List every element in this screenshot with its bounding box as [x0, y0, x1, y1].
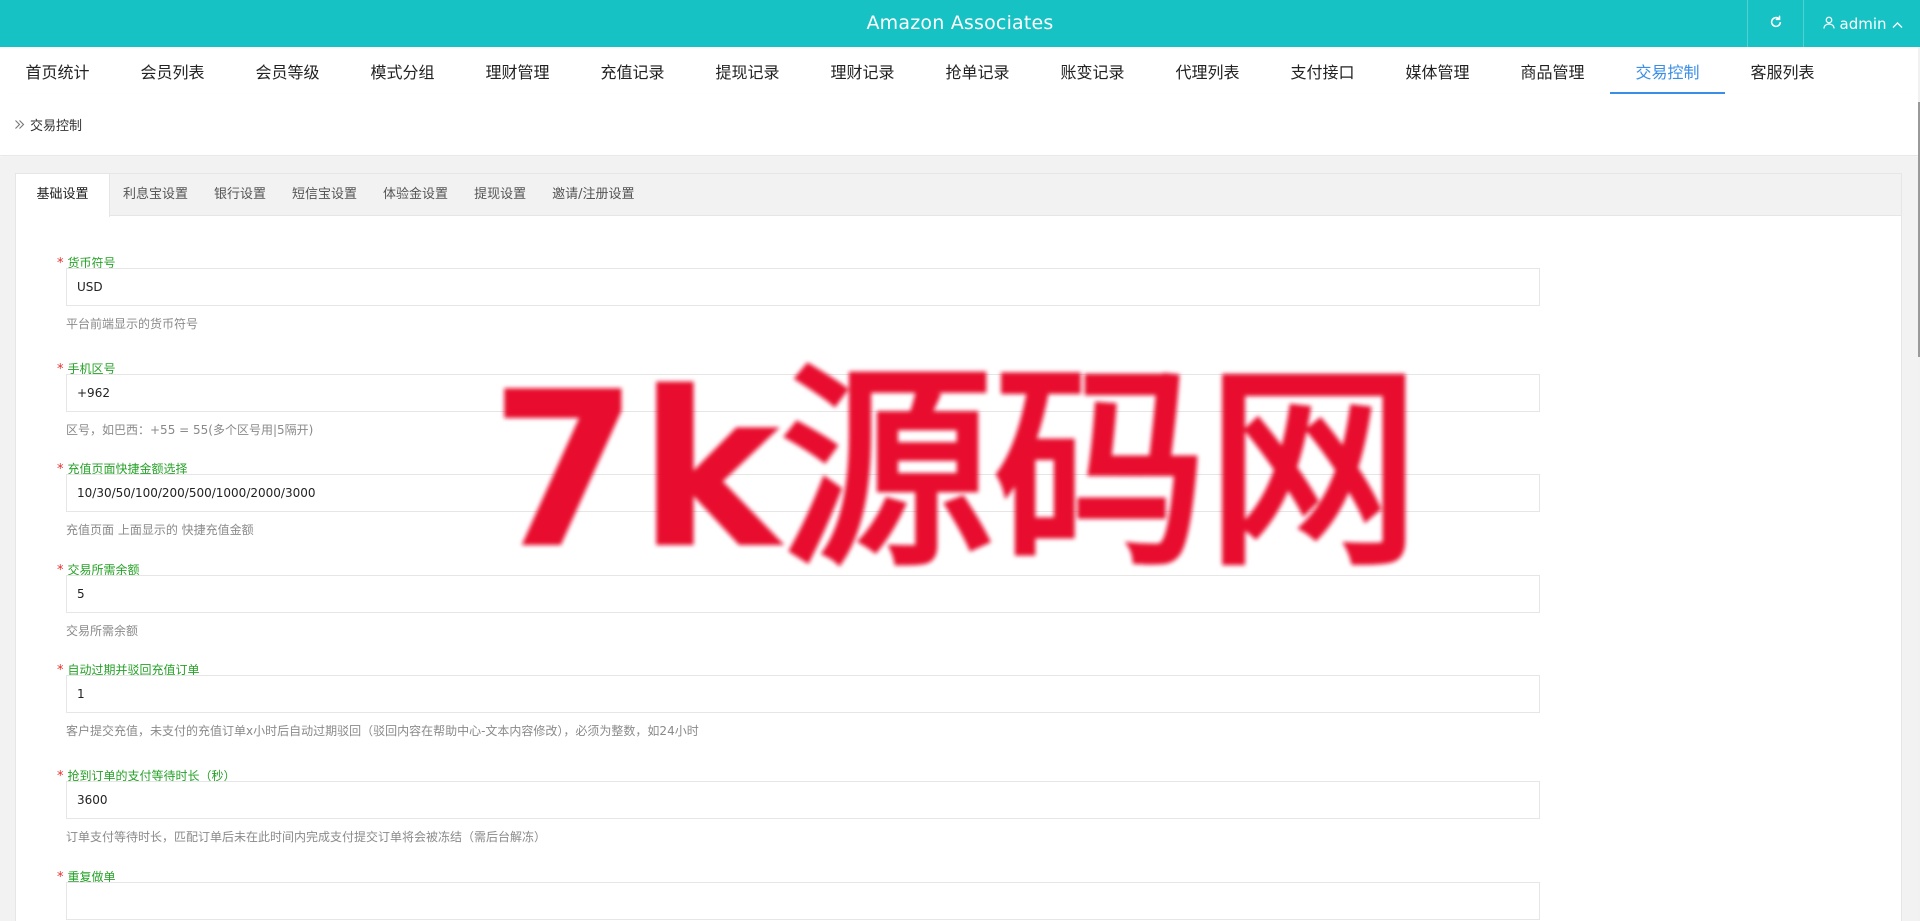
user-menu[interactable]: admin	[1805, 0, 1920, 47]
refresh-button[interactable]	[1747, 0, 1804, 47]
main-nav: 首页统计 会员列表 会员等级 模式分组 理财管理 充值记录 提现记录 理财记录 抢单记录 账变记录…	[0, 47, 1918, 94]
field-hint: 客户提交充值，未支付的充值订单x小时后自动过期驳回（驳回内容在帮助中心-文本内容…	[66, 724, 699, 738]
field-hint: 交易所需余额	[66, 624, 139, 638]
required-marker: *	[57, 769, 64, 784]
field-hint: 订单支付等待时长，匹配订单后未在此时间内完成支付提交订单将会被冻结（需后台解冻）	[66, 830, 547, 844]
field-hint: 区号，如巴西：+55 = 55(多个区号用|5隔开)	[66, 423, 314, 437]
required-marker: *	[57, 362, 64, 377]
breadcrumb-current[interactable]: 交易控制	[30, 115, 82, 134]
nav-item[interactable]: 提现记录	[690, 47, 805, 94]
nav-item[interactable]: 会员等级	[230, 47, 345, 94]
nav-item[interactable]: 充值记录	[575, 47, 690, 94]
settings-tab[interactable]: 邀请/注册设置	[539, 174, 647, 216]
nav-item[interactable]: 首页统计	[0, 47, 115, 94]
field-hint: 平台前端显示的货币符号	[66, 317, 199, 331]
double-chevron-right-icon	[14, 119, 25, 130]
field-hint: 充值页面 上面显示的 快捷充值金额	[66, 523, 254, 537]
breadcrumb: 交易控制	[0, 94, 1918, 156]
required-marker: *	[57, 462, 64, 477]
nav-item[interactable]: 交易控制	[1610, 47, 1725, 94]
required-marker: *	[57, 256, 64, 271]
required-marker: *	[57, 870, 64, 885]
required-marker: *	[57, 663, 64, 678]
user-icon	[1822, 15, 1835, 33]
settings-tabs: 基础设置 利息宝设置 银行设置 短信宝设置 体验金设置 提现设置 邀请/注册设置	[16, 174, 1901, 217]
field-input[interactable]	[66, 268, 1540, 306]
nav-item[interactable]: 账变记录	[1035, 47, 1150, 94]
nav-item[interactable]: 媒体管理	[1380, 47, 1495, 94]
user-name: admin	[1839, 14, 1887, 33]
settings-panel: 基础设置 利息宝设置 银行设置 短信宝设置 体验金设置 提现设置 邀请/注册设置 * 货币符号…	[15, 173, 1902, 921]
field-input[interactable]	[66, 675, 1540, 713]
app-title: Amazon Associates	[866, 12, 1054, 34]
nav-item[interactable]: 代理列表	[1150, 47, 1265, 94]
nav-item[interactable]: 商品管理	[1495, 47, 1610, 94]
settings-tab[interactable]: 银行设置	[201, 174, 279, 216]
nav-item[interactable]: 抢单记录	[920, 47, 1035, 94]
nav-item[interactable]: 支付接口	[1265, 47, 1380, 94]
chevron-up-icon	[1892, 15, 1903, 33]
field-input[interactable]	[66, 781, 1540, 819]
settings-tab[interactable]: 体验金设置	[370, 174, 461, 216]
settings-tab[interactable]: 提现设置	[461, 174, 539, 216]
nav-item[interactable]: 理财记录	[805, 47, 920, 94]
refresh-icon	[1769, 14, 1783, 33]
field-input[interactable]	[66, 474, 1540, 512]
nav-item[interactable]: 理财管理	[460, 47, 575, 94]
settings-tab[interactable]: 短信宝设置	[279, 174, 370, 216]
field-input[interactable]	[66, 882, 1540, 920]
required-marker: *	[57, 563, 64, 578]
field-input[interactable]	[66, 575, 1540, 613]
nav-item[interactable]: 会员列表	[115, 47, 230, 94]
settings-tab[interactable]: 基础设置	[16, 174, 110, 217]
field-input[interactable]	[66, 374, 1540, 412]
settings-tab[interactable]: 利息宝设置	[110, 174, 201, 216]
top-bar: Amazon Associates admin	[0, 0, 1920, 47]
nav-item[interactable]: 客服列表	[1725, 47, 1840, 94]
nav-item[interactable]: 模式分组	[345, 47, 460, 94]
